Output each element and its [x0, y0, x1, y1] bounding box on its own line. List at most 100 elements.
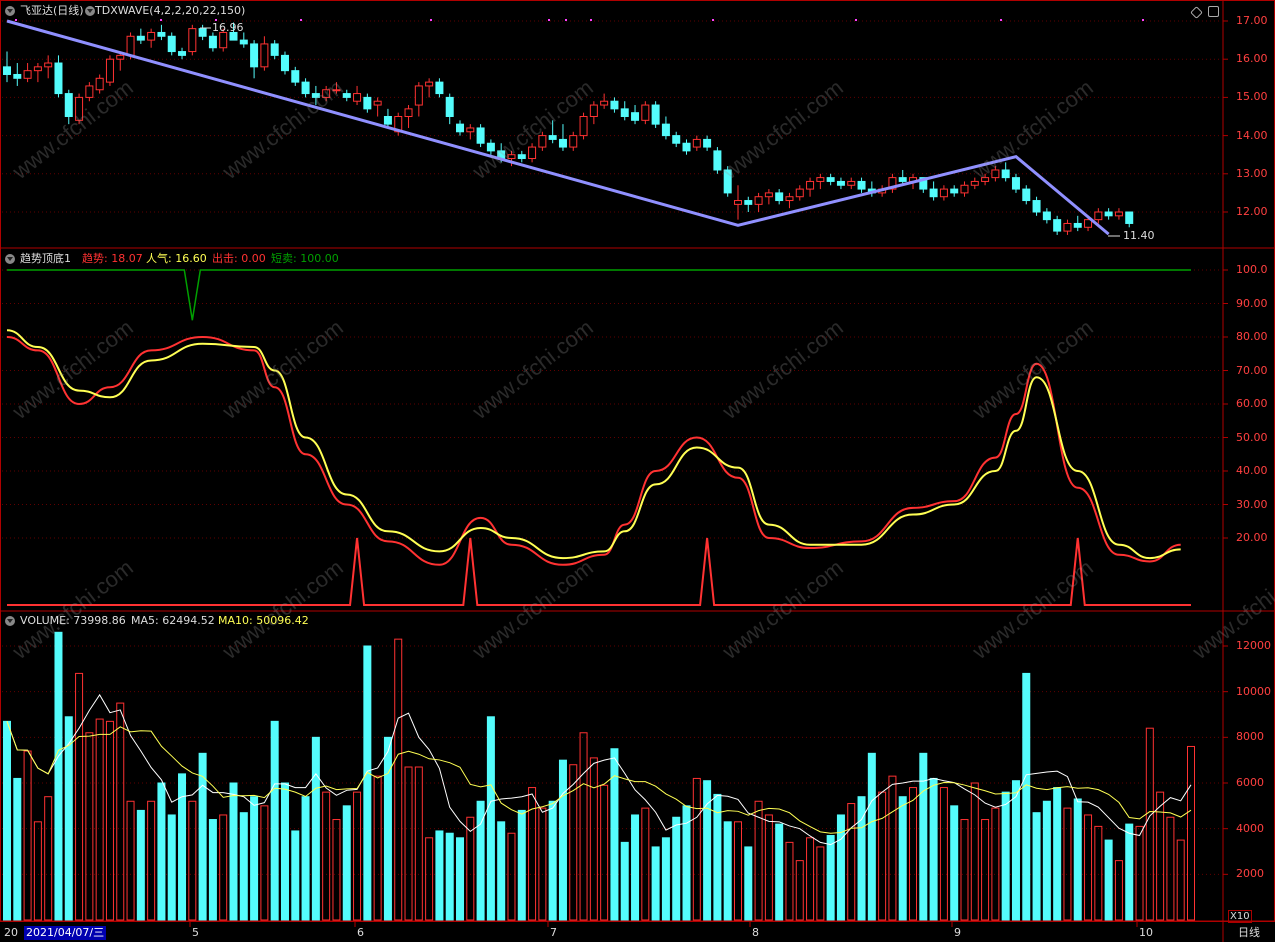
- candle-body: [929, 188, 938, 198]
- candle-body: [1042, 211, 1051, 221]
- signal-dot: [15, 19, 17, 21]
- candle-body: [620, 108, 629, 118]
- outer-frame: [0, 0, 1275, 922]
- candle-body: [661, 123, 670, 137]
- candle-body: [466, 127, 475, 133]
- candle-body: [898, 177, 907, 182]
- candle-body: [353, 93, 362, 102]
- signal-dot: [712, 19, 714, 21]
- volume-bar: [466, 816, 475, 921]
- volume-bar: [188, 800, 197, 921]
- volume-bar: [353, 791, 362, 921]
- candle-body: [425, 81, 434, 87]
- candle-body: [435, 81, 444, 95]
- candle-body: [806, 180, 815, 190]
- volume-bar: [332, 819, 341, 921]
- signal-dot: [590, 19, 592, 21]
- signal-dot: [548, 19, 550, 21]
- trend-legend-trend: 趋势: 18.07: [82, 252, 143, 265]
- candle-body: [136, 35, 145, 41]
- volume-bar: [456, 837, 465, 921]
- candle-body: [363, 96, 372, 110]
- volume-bar: [136, 809, 145, 921]
- price-y-tick-label: 12.00: [1236, 205, 1268, 218]
- volume-bar: [301, 796, 310, 921]
- period-label[interactable]: 日线: [1238, 926, 1260, 940]
- volume-bar: [744, 846, 753, 921]
- signal-dot: [430, 19, 432, 21]
- candle-body: [703, 138, 712, 148]
- watermark-text: www.cfchi.com: [7, 555, 138, 665]
- watermark-text: www.cfchi.com: [967, 315, 1098, 425]
- volume-bar: [229, 782, 238, 921]
- volume-bar: [991, 807, 1000, 921]
- candle-body: [579, 116, 588, 137]
- candle-body: [960, 184, 969, 194]
- candle-body: [692, 138, 701, 148]
- volume-bar: [1042, 800, 1051, 921]
- collapse-icon[interactable]: [5, 254, 15, 264]
- volume-bar: [13, 777, 22, 921]
- volume-bar: [867, 752, 876, 921]
- volume-bar: [517, 809, 526, 921]
- volume-bar: [414, 766, 423, 921]
- volume-bar: [363, 645, 372, 921]
- volume-bar: [322, 791, 331, 921]
- volume-bar: [280, 782, 289, 921]
- candle-body: [1032, 200, 1041, 213]
- date-highlight[interactable]: 2021/04/07/三: [24, 926, 107, 940]
- x-month-label: 5: [192, 926, 199, 939]
- volume-title: VOLUME: 73998.86: [20, 614, 126, 627]
- collapse-icon[interactable]: [5, 616, 15, 626]
- volume-bar: [898, 796, 907, 921]
- volume-bar: [569, 764, 578, 921]
- candle-body: [188, 28, 197, 53]
- chart-canvas[interactable]: www.cfchi.com www.cfchi.com www.cfchi.com w…: [0, 0, 1275, 942]
- price-low-label: 11.40: [1123, 229, 1155, 242]
- volume-bar: [1145, 727, 1154, 921]
- candle-body: [775, 192, 784, 202]
- volume-bar: [157, 782, 166, 921]
- volume-bar: [1156, 791, 1165, 921]
- candle-body: [548, 135, 557, 140]
- volume-bar: [661, 837, 670, 921]
- watermark-text: www.cfchi.com: [217, 315, 348, 425]
- volume-bar: [939, 787, 948, 921]
- volume-bar: [342, 805, 351, 921]
- candle-body: [651, 104, 660, 125]
- x-month-label: 6: [357, 926, 364, 939]
- volume-bar: [548, 800, 557, 921]
- candle-body: [116, 54, 125, 60]
- watermark-text: www.cfchi.com: [7, 315, 138, 425]
- volume-bar: [836, 814, 845, 921]
- candle-body: [1001, 169, 1010, 179]
- volume-bar: [1135, 825, 1144, 921]
- volume-bar: [425, 837, 434, 921]
- volume-bar: [909, 787, 918, 921]
- x-month-label: 8: [752, 926, 759, 939]
- volume-bar: [404, 766, 413, 921]
- candle-body: [260, 43, 269, 68]
- candle-body: [610, 100, 619, 110]
- candle-body: [54, 62, 63, 95]
- signal-dot: [160, 19, 162, 21]
- volume-bar: [1073, 798, 1082, 921]
- candle-body: [569, 135, 578, 148]
- candle-body: [939, 188, 948, 198]
- x-month-label: 10: [1139, 926, 1153, 939]
- candle-body: [589, 104, 598, 118]
- signal-dot: [855, 19, 857, 21]
- maximize-icon[interactable]: [1208, 6, 1219, 17]
- candle-body: [404, 108, 413, 118]
- signal-dot: [1000, 19, 1002, 21]
- volume-bar: [929, 777, 938, 921]
- volume-bar: [641, 807, 650, 921]
- volume-bar: [116, 702, 125, 921]
- candle-body: [33, 66, 42, 72]
- volume-bar: [620, 841, 629, 921]
- collapse-icon[interactable]: [85, 6, 95, 16]
- short-sell-line: [7, 269, 1191, 321]
- collapse-icon[interactable]: [5, 6, 15, 16]
- trend-y-tick-label: 80.00: [1236, 330, 1268, 343]
- watermark-text: www.cfchi.com: [467, 555, 598, 665]
